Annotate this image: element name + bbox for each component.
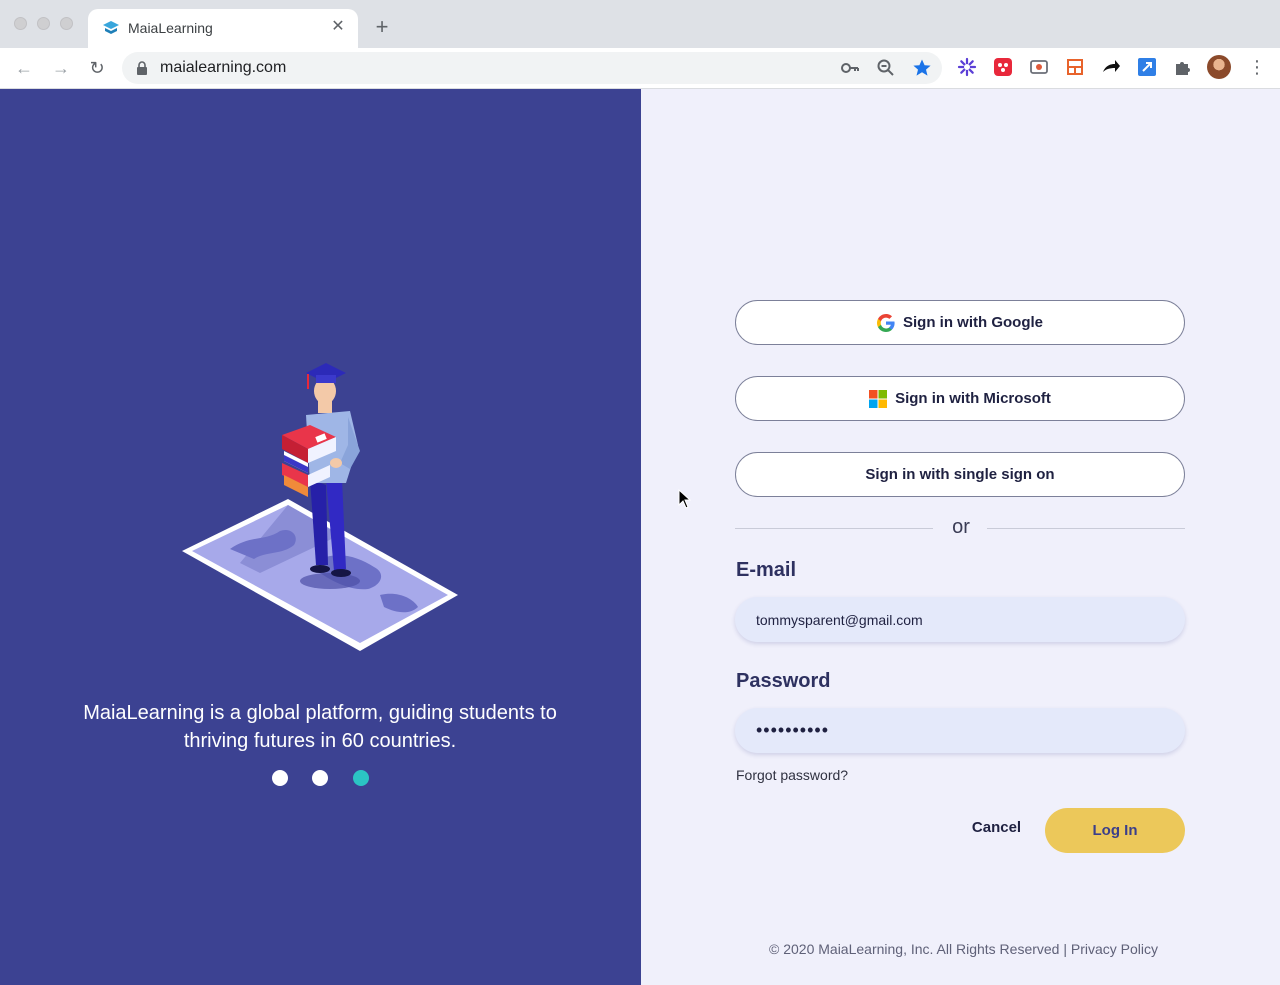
forgot-password-link[interactable]: Forgot password? [736, 767, 848, 783]
password-field[interactable]: •••••••••• [735, 708, 1185, 753]
google-g-icon [877, 313, 895, 332]
login-button-label: Log In [1092, 822, 1138, 839]
lock-icon [137, 61, 147, 75]
back-button[interactable]: ← [12, 56, 36, 80]
footer: © 2020 MaiaLearning, Inc. All Rights Res… [641, 941, 1280, 957]
password-value: •••••••••• [756, 720, 830, 740]
microsoft-signin-label: Sign in with Microsoft [895, 390, 1051, 407]
google-signin-label: Sign in with Google [903, 314, 1043, 331]
bookmark-star-icon[interactable] [912, 58, 932, 78]
cancel-button[interactable]: Cancel [959, 819, 1034, 836]
profile-avatar[interactable] [1207, 55, 1231, 79]
microsoft-logo-icon [869, 389, 888, 408]
window-minimize-control[interactable] [37, 17, 50, 30]
extension-burst-icon[interactable] [957, 57, 977, 77]
divider-right [987, 528, 1185, 529]
tab-close-icon[interactable]: ✕ [328, 17, 348, 37]
tab-strip: MaiaLearning ✕ + [0, 0, 1280, 48]
password-label: Password [736, 670, 831, 692]
login-panel: Sign in with Google Sign in with Microso… [641, 89, 1280, 985]
carousel-dot-1[interactable] [272, 770, 288, 786]
extension-screenshot-icon[interactable] [1029, 57, 1049, 77]
window-zoom-control[interactable] [60, 17, 73, 30]
extensions-puzzle-icon[interactable] [1173, 57, 1193, 77]
carousel-dot-2[interactable] [312, 770, 328, 786]
privacy-policy-link[interactable]: Privacy Policy [1071, 941, 1158, 957]
new-tab-button[interactable]: + [370, 15, 394, 39]
email-field[interactable]: tommysparent@gmail.com [735, 597, 1185, 642]
carousel-dot-3-active[interactable] [353, 770, 369, 786]
email-label: E-mail [736, 559, 797, 581]
key-icon[interactable] [840, 58, 860, 78]
hero-panel: MaiaLearning is a global platform, guidi… [0, 89, 641, 985]
browser-toolbar: ← → ↻ maialearning.com ⋮ [0, 48, 1280, 89]
single-sign-on-button[interactable]: Sign in with single sign on [735, 452, 1185, 497]
extension-red-icon[interactable] [993, 57, 1013, 77]
browser-menu-icon[interactable]: ⋮ [1248, 56, 1266, 78]
window-close-control[interactable] [14, 17, 27, 30]
maialearning-favicon-icon [103, 21, 119, 34]
login-button[interactable]: Log In [1045, 808, 1185, 853]
extension-expand-icon[interactable] [1137, 57, 1157, 77]
single-sign-on-label: Sign in with single sign on [865, 466, 1055, 483]
or-separator: or [952, 516, 970, 538]
tab-title: MaiaLearning [128, 20, 213, 36]
student-on-map-illustration [182, 363, 458, 651]
extension-arrow-icon[interactable] [1101, 57, 1121, 77]
reload-button[interactable]: ↻ [85, 56, 109, 80]
google-signin-button[interactable]: Sign in with Google [735, 300, 1185, 345]
divider-left [735, 528, 933, 529]
active-tab[interactable]: MaiaLearning ✕ [88, 9, 358, 48]
forward-button[interactable]: → [49, 56, 73, 80]
address-bar[interactable]: maialearning.com [122, 52, 942, 84]
extension-layout-icon[interactable] [1065, 57, 1085, 77]
mouse-pointer-icon [678, 489, 692, 509]
zoom-out-icon[interactable] [876, 58, 896, 78]
copyright-text: © 2020 MaiaLearning, Inc. All Rights Res… [769, 941, 1071, 957]
url-text: maialearning.com [160, 59, 287, 76]
email-value: tommysparent@gmail.com [756, 611, 923, 628]
hero-tagline: MaiaLearning is a global platform, guidi… [83, 702, 557, 752]
microsoft-signin-button[interactable]: Sign in with Microsoft [735, 376, 1185, 421]
